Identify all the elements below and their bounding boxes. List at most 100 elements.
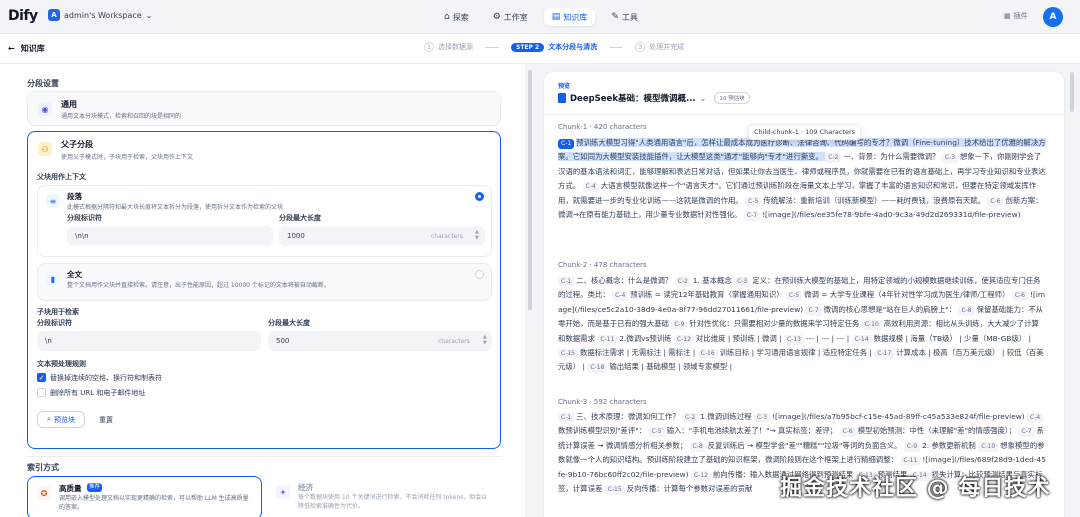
child-chunk-text[interactable]: 针对性优化：只需要相对少量的数据来学习特定任务 <box>689 319 861 328</box>
child-chunk-tag[interactable]: C-2 <box>674 277 691 287</box>
child-chunk-text[interactable]: 输出结果 | 基础模型 | 领域专家模型 | <box>609 362 732 371</box>
child-chunk-text[interactable]: 微调的核心思想是"站在巨人的肩膀上"： <box>824 305 959 314</box>
right-scrollbar[interactable] <box>1070 72 1074 112</box>
child-chunk-tag[interactable]: C-4 <box>612 291 629 302</box>
plugin-button[interactable]: ▦ 插件 <box>1004 11 1028 21</box>
child-chunk-text[interactable]: 2. 参数更新机制 <box>922 441 978 450</box>
remove-urls-checkbox[interactable] <box>37 388 46 397</box>
reset-button[interactable]: 重置 <box>91 411 121 428</box>
child-chunk-tag[interactable]: C-10 <box>861 320 882 331</box>
child-chunk-tag[interactable]: C-3 <box>753 413 771 423</box>
back-button[interactable]: ← 知识库 <box>8 43 45 54</box>
child-chunk-text[interactable]: ![image](/files/ee35fe78-9bfe-4ad0-9c3a-… <box>762 210 1020 219</box>
child-chunk-tag[interactable]: C-5 <box>648 427 665 438</box>
stepper-icon[interactable]: ▲ ▼ <box>483 334 487 346</box>
child-chunk-text[interactable]: 数据规模 | 海量（TB级） | 少量（MB-GB级） | <box>874 334 1031 343</box>
child-chunk-tag[interactable]: C-7 <box>805 305 822 316</box>
child-chunk-text[interactable]: 输入："手机电池续航太差了！"→ 真实标签：差评； <box>667 426 840 435</box>
fulldoc-option-card[interactable]: ▮ 全文 整个文档用作父块并直接检索。请注意，出于性能原因，超过 10000 个… <box>37 263 492 301</box>
replace-spaces-checkbox[interactable]: ✓ <box>37 373 46 382</box>
child-chunk-tag[interactable]: C-8 <box>689 441 706 452</box>
child-chunk-tag[interactable]: C-11 <box>900 456 921 467</box>
nav-label: 工作室 <box>503 12 528 22</box>
child-chunk-text[interactable]: 一、背景：为什么需要微调？ <box>843 152 941 161</box>
child-chunk-tag[interactable]: C-5 <box>745 196 762 207</box>
child-chunk-text[interactable]: 反复训练后 → 模型学会"差""糟糕""垃圾"等词的负面含义。 <box>708 441 904 450</box>
child-chunk-tag[interactable]: C-3 <box>734 277 751 287</box>
child-chunk-tag[interactable]: C-2 <box>682 413 699 423</box>
child-chunk-tag[interactable]: C-4 <box>1027 413 1044 423</box>
left-scrollbar[interactable] <box>528 70 532 310</box>
child-chunk-text[interactable]: 微调 = 大学专业课程（4年针对性学习成为医生/律师/工程师） <box>804 290 1012 299</box>
child-chunk-tag[interactable]: C-15 <box>558 349 578 360</box>
child-chunk-text[interactable]: 反向传播：计算每个参数对误差的贡献 <box>627 484 753 493</box>
child-chunk-text[interactable]: 数据标注需求 | 无需标注 | 需标注 | <box>580 348 698 357</box>
child-chunk-text[interactable]: 预训练 = 读完12年基础教育（掌握通用知识） <box>630 290 786 299</box>
child-chunk-tag[interactable]: C-14 <box>851 334 872 345</box>
nav-knowledge[interactable]: ▤ 知识库 <box>543 8 596 26</box>
general-mode-card[interactable]: ◉ 通用 通用文本分块模式，检索和召回的块是相同的 <box>27 91 501 126</box>
child-chunk-tag[interactable]: C-3 <box>941 153 959 164</box>
child-chunk-tag[interactable]: C-11 <box>597 334 618 345</box>
child-chunk-tooltip: Child-chunk-1 · 109 Characters <box>748 124 862 140</box>
high-quality-card[interactable]: ✪ 高质量 推荐 调用嵌入模型处理文档以实现更精确的检索，可以帮助 LLM 生成… <box>27 476 262 517</box>
child-chunk-text[interactable]: 传统解法：重新培训（训练新模型）——耗时费钱，浪费原有天赋。 <box>763 196 987 205</box>
child-chunk-tag[interactable]: C-7 <box>743 211 761 222</box>
child-chunk-text[interactable]: --- | --- | --- | <box>806 334 852 343</box>
child-chunk-tag[interactable]: C-10 <box>978 441 999 452</box>
stepper-icon[interactable]: ▲ ▼ <box>475 229 479 241</box>
workspace-switcher[interactable]: A admin's Workspace ⌄ <box>48 9 152 21</box>
child-separator-input[interactable]: \n <box>37 331 261 351</box>
child-chunk-tag[interactable]: C-1 <box>558 413 575 423</box>
child-chunk-tag[interactable]: C-18 <box>587 363 608 374</box>
general-mode-title: 通用 <box>61 100 77 109</box>
child-chunk-tag[interactable]: C-15 <box>604 485 625 496</box>
economy-card[interactable]: ✦ 经济 每个数据块使用 10 个关键词进行检索，不会消耗任何 tokens，但… <box>267 476 502 517</box>
paragraph-option-card[interactable]: ≡ 段落 此模式根据分隔符和最大块长度将文本拆分为段落，使用拆分文本作为检索的父… <box>37 185 492 257</box>
child-chunk-text[interactable]: 1.微调训练过程 <box>700 412 754 421</box>
fulldoc-title: 全文 <box>67 270 82 279</box>
paragraph-radio[interactable] <box>475 192 484 201</box>
child-chunk-text[interactable]: 对比维度 | 预训练 | 微调 | <box>696 334 784 343</box>
nav-tools[interactable]: ✎ 工具 <box>603 8 646 26</box>
dify-logo[interactable]: Dify <box>8 8 38 24</box>
preview-chunks-button[interactable]: ⌕ 预览块 <box>37 411 85 428</box>
child-chunk-tag[interactable]: C-16 <box>697 349 718 360</box>
parent-child-mode-card[interactable]: ⚇ 父子分段 使用父子模式时，子块用于检索，父块用作上下文 父块用作上下文 ≡ … <box>27 131 501 449</box>
economy-icon: ✦ <box>276 485 290 499</box>
user-avatar[interactable]: A <box>1043 7 1063 27</box>
child-chunk-tag[interactable]: C-9 <box>903 441 921 452</box>
child-chunk-tag[interactable]: C-1 <box>558 277 575 287</box>
general-mode-icon: ◉ <box>38 102 52 116</box>
child-chunk-tag[interactable]: C-6 <box>987 196 1004 207</box>
child-chunk-tag[interactable]: C-2 <box>825 153 842 164</box>
child-chunk-text[interactable]: 训练目标 | 学习通用语言规律 | 适应特定任务 | <box>720 348 875 357</box>
child-chunk-tag[interactable]: C-17 <box>874 349 895 360</box>
child-chunk-tag[interactable]: C-9 <box>671 320 688 331</box>
child-chunk-text[interactable]: 数预训练模型识别"差评"： <box>558 426 648 435</box>
document-selector[interactable]: DeepSeek基础：模型微调概... ⌄ 10 预估块 <box>558 92 750 104</box>
child-chunk-tag[interactable]: C-13 <box>784 334 804 345</box>
fulldoc-radio[interactable] <box>475 270 484 279</box>
child-chunk-text[interactable]: 1. 基本概念 <box>693 276 734 285</box>
nav-explore[interactable]: ⌂ 探索 <box>436 8 477 26</box>
separator-input[interactable]: \n\n <box>67 226 273 246</box>
child-chunk-text[interactable]: 二、核心概念：什么是微调？ <box>576 276 674 285</box>
remove-urls-label: 删除所有 URL 和电子邮件地址 <box>50 389 146 397</box>
child-chunk-tag[interactable]: C-7 <box>1018 427 1035 438</box>
child-chunk-tag[interactable]: C-6 <box>1011 291 1028 302</box>
child-chunk-tag[interactable]: C-12 <box>673 334 694 345</box>
child-chunk-tag[interactable]: C-5 <box>785 291 803 302</box>
child-chunk-text[interactable]: 模型初始预测：中性（未理解"差"的情感强度）； <box>858 426 1019 435</box>
nav-studio[interactable]: ⚙ 工作室 <box>485 8 536 26</box>
step-1: 1 选择数据源 <box>424 42 473 52</box>
child-chunk-tag[interactable]: C-1 <box>558 139 575 149</box>
replace-spaces-label: 替换掉连续的空格、换行符和制表符 <box>50 374 162 382</box>
child-chunk-text[interactable]: 三、技术原理：微调如何工作？ <box>576 412 682 421</box>
child-chunk-tag[interactable]: C-8 <box>958 305 975 316</box>
child-chunk-tag[interactable]: C-4 <box>582 182 599 193</box>
child-chunk-tag[interactable]: C-6 <box>839 427 856 438</box>
child-chunk-text[interactable]: 2.微调vs预训练 <box>619 334 674 343</box>
child-chunk-text[interactable]: ![image](/files/a7b95bcf-c15e-45ad-89ff-… <box>772 412 1027 421</box>
child-chunk-tag[interactable]: C-12 <box>690 470 711 481</box>
